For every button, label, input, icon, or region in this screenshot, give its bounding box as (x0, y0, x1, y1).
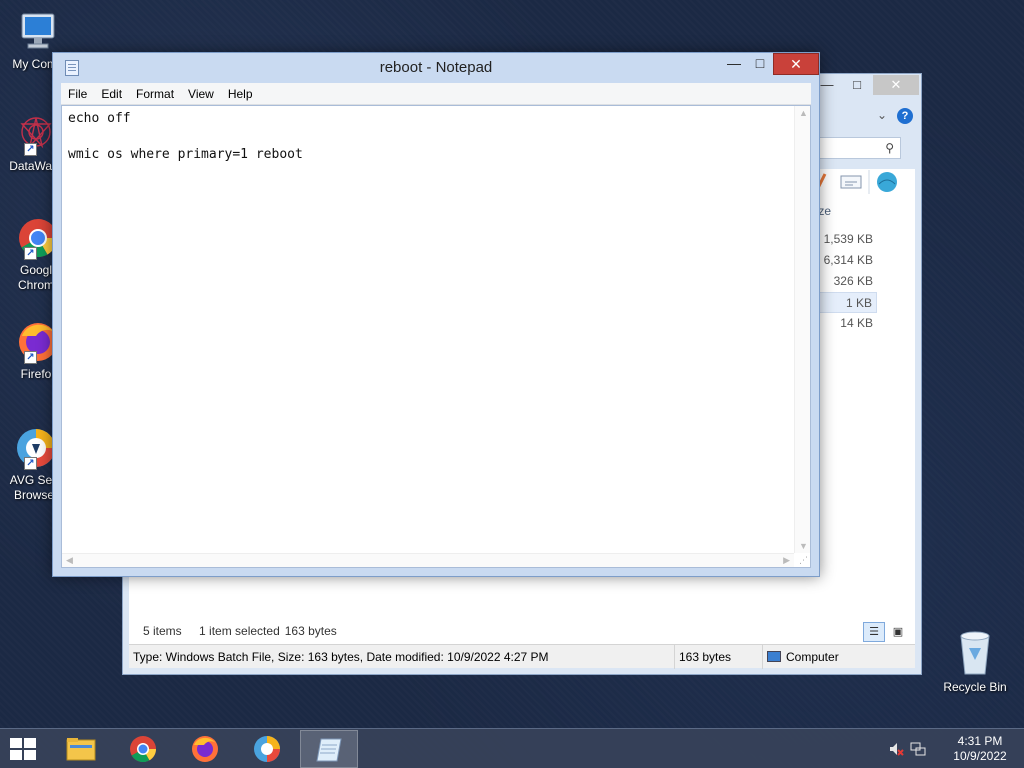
explorer-close-button[interactable]: ✕ (873, 75, 919, 95)
maximize-button[interactable]: □ (747, 53, 773, 75)
datawagon-icon: ↗ (12, 112, 56, 156)
clock[interactable]: 4:31 PM 10/9/2022 (950, 734, 1010, 764)
resize-grip-icon[interactable]: ⋰ (799, 555, 808, 566)
scroll-right-icon[interactable]: ▶ (783, 555, 790, 566)
desktop-icon-label: Recycle Bin (943, 680, 1007, 694)
avg-browser-icon (252, 735, 282, 763)
text-editor[interactable]: echo off wmic os where primary=1 reboot … (61, 105, 811, 568)
editor-content[interactable]: echo off wmic os where primary=1 reboot (68, 110, 790, 164)
taskbar: 4:31 PM 10/9/2022 (0, 728, 1024, 768)
menu-format[interactable]: Format (129, 83, 181, 105)
menu-file[interactable]: File (61, 83, 94, 105)
file-size-cell[interactable]: 6,314 KB (817, 250, 877, 271)
search-input[interactable]: ⚲ (815, 137, 901, 159)
menu-bar: File Edit Format View Help (61, 83, 811, 105)
chrome-icon (128, 735, 158, 763)
firefox-icon (190, 735, 220, 763)
shortcut-arrow-icon: ↗ (24, 457, 37, 470)
recycle-bin-icon (955, 628, 995, 676)
chevron-down-icon[interactable]: ⌄ (877, 108, 887, 122)
horizontal-scrollbar[interactable]: ◀ ▶ (62, 553, 794, 567)
computer-icon (16, 10, 60, 54)
column-header-size[interactable]: ze (818, 204, 831, 218)
window-title: reboot - Notepad (379, 59, 493, 76)
scroll-left-icon[interactable]: ◀ (66, 555, 73, 566)
large-icons-view-icon[interactable]: ▣ (887, 622, 909, 642)
shortcut-arrow-icon: ↗ (24, 351, 37, 364)
speaker-muted-icon[interactable] (888, 741, 904, 760)
file-size-cell-selected[interactable]: 1 KB (817, 292, 877, 313)
computer-icon (767, 651, 781, 662)
network-icon[interactable] (910, 741, 926, 760)
view-toggle: ☰ ▣ (861, 622, 909, 642)
notepad-window[interactable]: reboot - Notepad — □ ✕ File Edit Format Vie… (52, 52, 820, 577)
menu-help[interactable]: Help (221, 83, 260, 105)
status-location: Computer (763, 645, 913, 669)
notepad-icon (315, 736, 345, 764)
taskbar-avg-browser[interactable] (238, 730, 296, 768)
clock-time: 4:31 PM (957, 734, 1003, 748)
taskbar-file-explorer[interactable] (52, 730, 110, 768)
help-icon[interactable]: ? (897, 108, 913, 124)
file-size-cell[interactable]: 326 KB (817, 271, 877, 292)
vertical-scrollbar[interactable]: ▲ ▼ (794, 106, 810, 553)
clock-date: 10/9/2022 (953, 749, 1007, 763)
status-size: 163 bytes (675, 645, 763, 669)
start-button[interactable] (10, 738, 38, 760)
items-count: 5 items (143, 624, 182, 638)
file-size-cell[interactable]: 1,539 KB (817, 229, 877, 250)
scroll-down-icon[interactable]: ▼ (799, 541, 808, 551)
system-tray: 4:31 PM 10/9/2022 (884, 729, 1024, 768)
folder-icon (66, 735, 96, 763)
size-column: 1,539 KB 6,314 KB 326 KB 1 KB 14 KB (817, 229, 877, 334)
details-view-icon[interactable]: ☰ (863, 622, 885, 642)
search-icon: ⚲ (885, 141, 894, 155)
avg-browser-icon: ↗ (12, 426, 56, 470)
taskbar-chrome[interactable] (114, 730, 172, 768)
globe-icon (877, 172, 897, 192)
scroll-up-icon[interactable]: ▲ (799, 108, 808, 118)
selection-info: 1 item selected 163 bytes (199, 624, 337, 638)
explorer-statusbar: Type: Windows Batch File, Size: 163 byte… (129, 644, 915, 669)
desktop-icon-recycle-bin[interactable]: Recycle Bin (936, 628, 1014, 694)
minimize-button[interactable]: — (721, 53, 747, 75)
file-size-cell[interactable]: 14 KB (817, 313, 877, 334)
menu-view[interactable]: View (181, 83, 221, 105)
explorer-toolbar (815, 170, 915, 194)
shortcut-arrow-icon: ↗ (24, 143, 37, 156)
menu-edit[interactable]: Edit (94, 83, 129, 105)
close-button[interactable]: ✕ (773, 53, 819, 75)
explorer-maximize-button[interactable]: □ (843, 75, 871, 95)
taskbar-firefox[interactable] (176, 730, 234, 768)
taskbar-notepad[interactable] (300, 730, 358, 768)
items-status: 5 items 1 item selected 163 bytes (143, 624, 365, 638)
shortcut-arrow-icon: ↗ (24, 247, 37, 260)
status-details: Type: Windows Batch File, Size: 163 byte… (129, 645, 675, 669)
